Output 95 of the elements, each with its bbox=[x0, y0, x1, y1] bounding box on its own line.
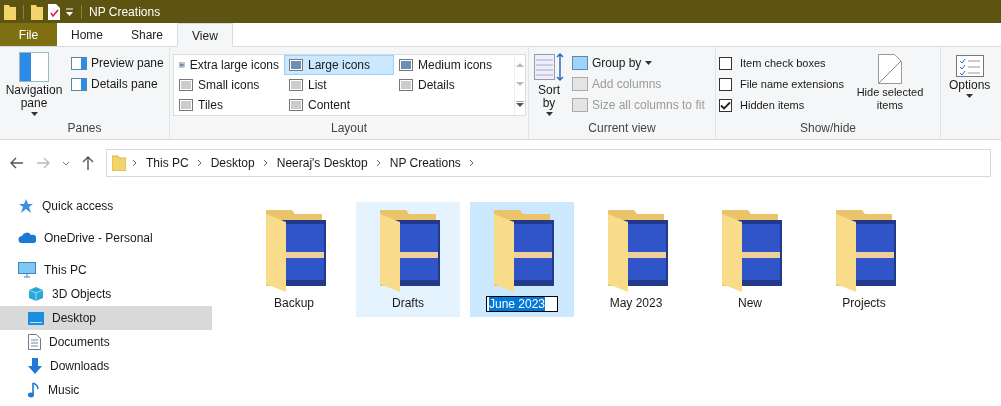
group-label: Layout bbox=[330, 121, 368, 137]
checkbox-option[interactable]: Hidden items bbox=[719, 96, 844, 114]
rename-field[interactable]: June 2023 bbox=[485, 296, 559, 312]
layout-option[interactable]: Tiles bbox=[174, 95, 284, 115]
folder-name: Drafts bbox=[392, 296, 424, 310]
caret-icon bbox=[645, 61, 653, 65]
hide-selected-items-button[interactable]: Hide selected items bbox=[847, 52, 932, 114]
sidebar-item[interactable]: Downloads bbox=[0, 354, 212, 378]
checkbox-option[interactable]: Item check boxes bbox=[719, 54, 844, 72]
sidebar-item[interactable]: 3D Objects bbox=[0, 282, 212, 306]
document-icon bbox=[28, 334, 41, 350]
caret-icon bbox=[966, 94, 974, 98]
chevron-icon[interactable] bbox=[375, 159, 382, 167]
page-icon bbox=[877, 54, 902, 84]
cloud-icon bbox=[18, 232, 36, 244]
caret-icon bbox=[545, 112, 553, 116]
pane-icon bbox=[71, 56, 87, 70]
view-icon bbox=[399, 79, 413, 91]
back-arrow-icon[interactable] bbox=[10, 157, 24, 169]
folder-name: New bbox=[738, 296, 762, 310]
checkbox[interactable] bbox=[719, 56, 732, 70]
caret-icon bbox=[30, 112, 38, 116]
folder-item[interactable]: Drafts bbox=[356, 202, 460, 317]
sidebar-item[interactable]: This PC bbox=[0, 258, 212, 282]
recent-locations-icon[interactable] bbox=[62, 160, 70, 166]
desktop-icon bbox=[28, 311, 44, 325]
ribbon-tab[interactable]: View bbox=[177, 23, 233, 47]
dropdown-icon[interactable] bbox=[65, 6, 74, 17]
folder-item[interactable]: New bbox=[698, 202, 802, 317]
layout-option[interactable]: Details bbox=[394, 75, 514, 95]
folder-icon bbox=[112, 155, 126, 171]
sidebar-item[interactable]: Music bbox=[0, 378, 212, 402]
download-arrow-icon bbox=[28, 358, 42, 374]
window-title: NP Creations bbox=[89, 4, 161, 19]
view-icon bbox=[289, 99, 303, 111]
sidebar-item[interactable]: Documents bbox=[0, 330, 212, 354]
folder-item[interactable]: May 2023 bbox=[584, 202, 688, 317]
column-icon bbox=[572, 98, 588, 112]
options-button[interactable]: Options bbox=[947, 53, 993, 100]
view-command-button[interactable]: Group by bbox=[570, 54, 707, 72]
options-icon bbox=[955, 55, 984, 77]
pane-toggle-button[interactable]: Preview pane bbox=[69, 54, 166, 72]
sort-by-button[interactable]: Sort by bbox=[532, 50, 566, 118]
view-icon bbox=[289, 59, 303, 71]
view-icon bbox=[399, 59, 413, 71]
monitor-icon bbox=[18, 262, 36, 278]
folder-icon[interactable] bbox=[4, 3, 16, 20]
sidebar-item[interactable]: OneDrive - Personal bbox=[0, 226, 212, 250]
sidebar-item[interactable]: Desktop bbox=[0, 306, 212, 330]
group-label: Panes bbox=[66, 121, 103, 137]
chevron-icon[interactable] bbox=[132, 159, 138, 167]
cube-icon bbox=[28, 286, 44, 302]
layout-option[interactable]: Medium icons bbox=[394, 55, 514, 75]
group-label: Current view bbox=[587, 121, 657, 137]
breadcrumb[interactable]: NP Creations bbox=[387, 156, 463, 170]
folder-icon[interactable] bbox=[31, 3, 43, 20]
navigation-pane-icon bbox=[19, 52, 49, 82]
pane-icon bbox=[71, 77, 87, 91]
group-label: Show/hide bbox=[798, 121, 857, 137]
checkbox[interactable] bbox=[719, 98, 732, 112]
file-menu-tab[interactable]: File bbox=[0, 23, 57, 46]
folder-name: May 2023 bbox=[609, 296, 663, 310]
folder-item[interactable]: June 2023 bbox=[470, 202, 574, 317]
properties-icon[interactable] bbox=[48, 3, 60, 20]
layout-option[interactable]: Content bbox=[284, 95, 394, 115]
breadcrumb[interactable]: Desktop bbox=[208, 156, 257, 170]
folder-name: Backup bbox=[274, 296, 314, 310]
view-icon bbox=[179, 99, 193, 111]
layout-option[interactable]: List bbox=[284, 75, 394, 95]
pane-toggle-button[interactable]: Details pane bbox=[69, 75, 166, 93]
chevron-icon[interactable] bbox=[468, 159, 475, 167]
view-icon bbox=[179, 59, 185, 71]
up-arrow-icon[interactable] bbox=[82, 156, 94, 170]
breadcrumb[interactable]: Neeraj's Desktop bbox=[274, 156, 370, 170]
address-bar[interactable]: This PC Desktop Neeraj's Desktop NP Creations bbox=[106, 149, 991, 177]
sort-icon bbox=[534, 52, 564, 82]
column-icon bbox=[572, 77, 588, 91]
folder-item[interactable]: Projects bbox=[812, 202, 916, 317]
chevron-icon[interactable] bbox=[196, 159, 203, 167]
column-icon bbox=[572, 56, 588, 70]
navigation-pane-button[interactable]: Navigation pane bbox=[3, 50, 65, 118]
checkbox[interactable] bbox=[719, 77, 732, 91]
view-icon bbox=[179, 79, 193, 91]
star-icon bbox=[18, 198, 34, 214]
folder-name: Projects bbox=[842, 296, 886, 310]
breadcrumb[interactable]: This PC bbox=[144, 156, 191, 170]
layout-option[interactable]: Extra large icons bbox=[174, 55, 284, 75]
folder-item[interactable]: Backup bbox=[242, 202, 346, 317]
music-note-icon bbox=[28, 382, 40, 398]
view-icon bbox=[289, 79, 303, 91]
sidebar-item[interactable]: Quick access bbox=[0, 194, 212, 218]
layout-option[interactable]: Large icons bbox=[284, 55, 394, 75]
chevron-icon[interactable] bbox=[262, 159, 269, 167]
layout-option[interactable]: Small icons bbox=[174, 75, 284, 95]
checkbox-option[interactable]: File name extensions bbox=[719, 75, 844, 93]
